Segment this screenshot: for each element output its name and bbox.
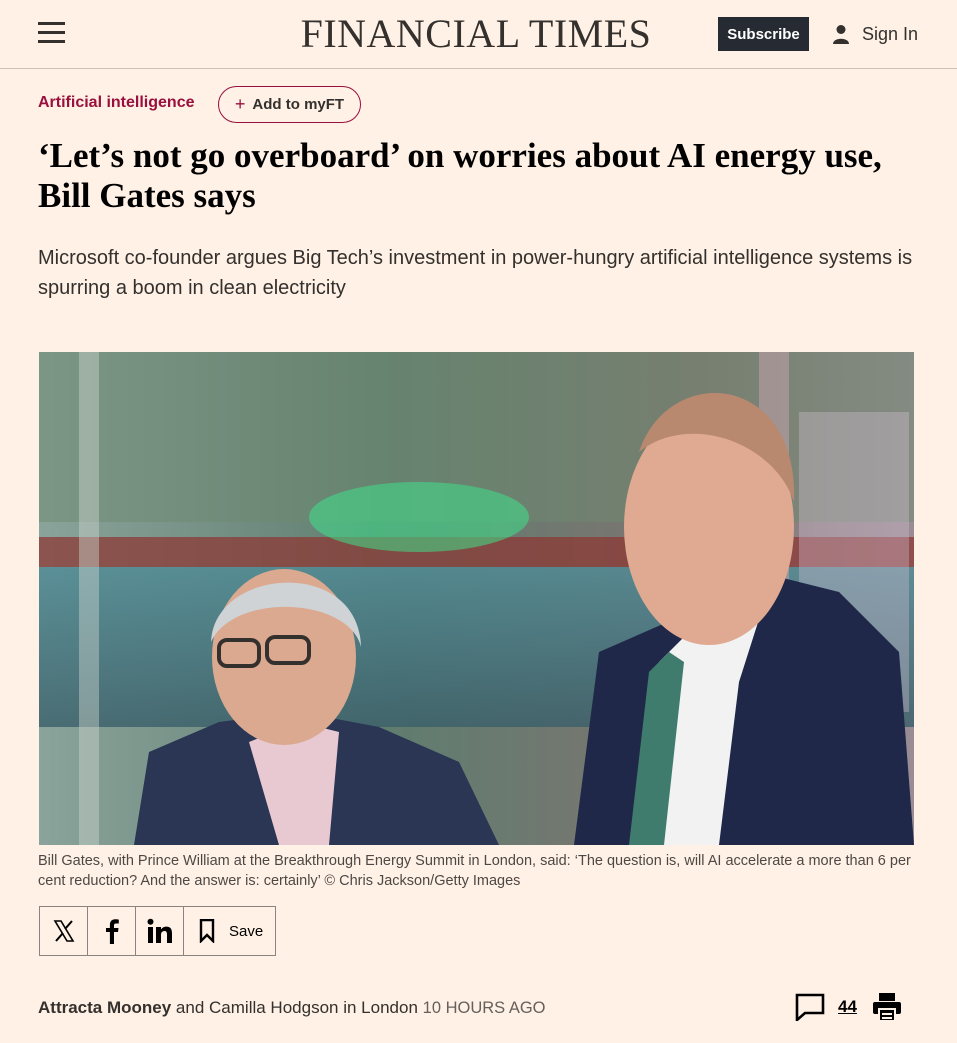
topic-link[interactable]: Artificial intelligence xyxy=(38,94,194,112)
article-main-image xyxy=(39,352,914,845)
bookmark-icon xyxy=(199,919,215,943)
byline-location: in London xyxy=(343,998,418,1017)
article-headline: ‘Let’s not go overboard’ on worries abou… xyxy=(38,136,882,215)
author-name: Camilla Hodgson xyxy=(209,998,339,1017)
add-to-myft-label: Add to myFT xyxy=(252,96,345,113)
user-icon xyxy=(833,25,849,44)
site-header: FINANCIAL TIMES Subscribe Sign In xyxy=(0,0,957,69)
save-button[interactable]: Save xyxy=(183,906,276,956)
linkedin-icon xyxy=(147,918,172,943)
facebook-icon xyxy=(105,919,119,944)
hamburger-menu-icon[interactable] xyxy=(38,22,65,44)
share-facebook-button[interactable] xyxy=(87,906,136,956)
byline-conjunction: and xyxy=(175,998,205,1017)
sign-in-label: Sign In xyxy=(862,23,919,44)
comment-count: 44 xyxy=(838,997,857,1016)
share-x-button[interactable] xyxy=(39,906,88,956)
byline: Attracta Mooney and Camilla Hodgson in L… xyxy=(38,998,546,1018)
x-icon xyxy=(53,920,74,942)
sign-in-link[interactable]: Sign In xyxy=(832,22,918,46)
add-to-myft-button[interactable]: + Add to myFT xyxy=(218,86,361,123)
share-bar: Save xyxy=(39,906,276,956)
comments-link[interactable]: 44 xyxy=(795,993,857,1021)
author-link[interactable]: Attracta Mooney xyxy=(38,998,171,1017)
masthead-logo[interactable]: FINANCIAL TIMES xyxy=(270,10,682,57)
share-linkedin-button[interactable] xyxy=(135,906,184,956)
print-icon xyxy=(873,993,901,1022)
plus-icon: + xyxy=(234,94,246,114)
image-caption: Bill Gates, with Prince William at the B… xyxy=(38,853,911,889)
save-label: Save xyxy=(229,922,264,940)
publish-time: 10 hours ago xyxy=(422,999,546,1017)
print-button[interactable] xyxy=(872,992,902,1027)
subscribe-button[interactable]: Subscribe xyxy=(718,17,809,51)
comment-icon xyxy=(795,993,825,1021)
article-standfirst: Microsoft co-founder argues Big Tech’s i… xyxy=(38,247,913,299)
